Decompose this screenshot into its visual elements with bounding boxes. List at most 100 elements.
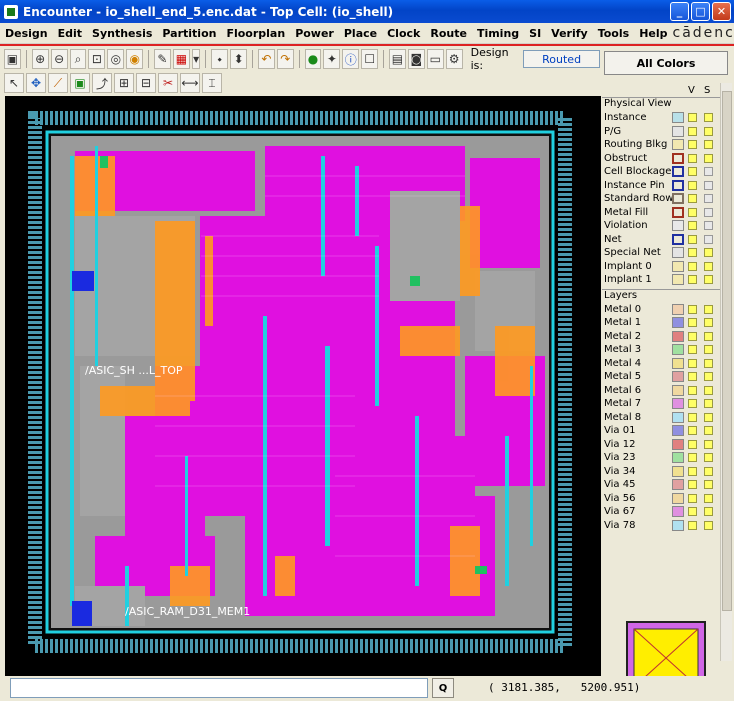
visible-checkbox[interactable] [688, 275, 697, 285]
selectable-checkbox[interactable] [704, 412, 713, 422]
color-swatch[interactable] [672, 479, 684, 491]
layer-row[interactable]: Net [602, 233, 720, 247]
selectable-checkbox[interactable] [704, 261, 713, 271]
visible-checkbox[interactable] [688, 358, 697, 368]
command-input[interactable] [10, 678, 428, 698]
menu-si[interactable]: SI [524, 27, 546, 40]
visible-checkbox[interactable] [688, 194, 697, 204]
layer-row[interactable]: Instance Pin [602, 179, 720, 193]
selectable-checkbox[interactable] [704, 507, 713, 517]
color-swatch[interactable] [672, 330, 684, 342]
color-pattern-icon[interactable]: ▦ [172, 49, 190, 69]
selectable-checkbox[interactable] [704, 466, 713, 476]
close-button[interactable]: ✕ [712, 2, 731, 21]
menu-design[interactable]: Design [0, 27, 53, 40]
menu-power[interactable]: Power [290, 27, 339, 40]
visible-checkbox[interactable] [688, 507, 697, 517]
color-swatch[interactable] [672, 519, 684, 531]
wire-edit-icon[interactable]: ⟋ [48, 73, 68, 93]
color-swatch[interactable] [672, 206, 684, 218]
selectable-checkbox[interactable] [704, 275, 713, 285]
visible-checkbox[interactable] [688, 372, 697, 382]
visible-checkbox[interactable] [688, 345, 697, 355]
color-swatch[interactable] [672, 233, 684, 245]
visible-checkbox[interactable] [688, 304, 697, 314]
selectable-checkbox[interactable] [704, 345, 713, 355]
visible-checkbox[interactable] [688, 385, 697, 395]
selectable-checkbox[interactable] [704, 207, 713, 217]
selectable-checkbox[interactable] [704, 153, 713, 163]
color-swatch[interactable] [672, 411, 684, 423]
color-swatch[interactable] [672, 166, 684, 178]
cut-icon[interactable]: ✂ [158, 73, 178, 93]
visible-checkbox[interactable] [688, 221, 697, 231]
color-swatch[interactable] [672, 317, 684, 329]
visible-checkbox[interactable] [688, 399, 697, 409]
selectable-checkbox[interactable] [704, 385, 713, 395]
selectable-checkbox[interactable] [704, 167, 713, 177]
visible-checkbox[interactable] [688, 331, 697, 341]
layer-row[interactable]: Via 01 [602, 424, 720, 438]
screenshot-icon[interactable]: ◙ [407, 49, 425, 69]
selectable-checkbox[interactable] [704, 221, 713, 231]
layer-row[interactable]: Metal 0 [602, 303, 720, 317]
selectable-checkbox[interactable] [704, 248, 713, 258]
color-swatch[interactable] [672, 303, 684, 315]
color-swatch[interactable] [672, 465, 684, 477]
layer-row[interactable]: Implant 1 [602, 273, 720, 287]
selectable-checkbox[interactable] [704, 372, 713, 382]
visible-checkbox[interactable] [688, 493, 697, 503]
color-swatch[interactable] [672, 506, 684, 518]
layer-row[interactable]: Metal 7 [602, 397, 720, 411]
layer-row[interactable]: Via 56 [602, 492, 720, 506]
info-icon[interactable]: ⓘ [342, 49, 360, 69]
selectable-checkbox[interactable] [704, 126, 713, 136]
layer-row[interactable]: Via 78 [602, 519, 720, 533]
layer-row[interactable]: Special Net [602, 246, 720, 260]
layer-row[interactable]: Standard Row [602, 192, 720, 206]
selectable-checkbox[interactable] [704, 180, 713, 190]
visible-checkbox[interactable] [688, 180, 697, 190]
selectable-checkbox[interactable] [704, 439, 713, 449]
color-swatch[interactable] [672, 357, 684, 369]
visible-checkbox[interactable] [688, 520, 697, 530]
visible-checkbox[interactable] [688, 466, 697, 476]
color-swatch[interactable] [672, 371, 684, 383]
selectable-checkbox[interactable] [704, 453, 713, 463]
color-swatch[interactable] [672, 492, 684, 504]
dropdown-arrow-icon[interactable]: ▾ [191, 49, 201, 69]
run-icon[interactable]: ● [304, 49, 322, 69]
zoom-prev-icon[interactable]: ◎ [107, 49, 125, 69]
attributes-icon[interactable]: ✦ [323, 49, 341, 69]
notes-icon[interactable]: ☐ [361, 49, 379, 69]
menu-help[interactable]: Help [634, 27, 672, 40]
layout-icon[interactable]: ⬍ [230, 49, 248, 69]
stretch-icon[interactable]: ⊟ [136, 73, 156, 93]
visible-checkbox[interactable] [688, 167, 697, 177]
layer-row[interactable]: Metal 5 [602, 370, 720, 384]
ruler-icon[interactable]: ⊞ [114, 73, 134, 93]
zoom-in-icon[interactable]: ⊕ [31, 49, 49, 69]
color-swatch[interactable] [672, 179, 684, 191]
visible-checkbox[interactable] [688, 153, 697, 163]
visible-checkbox[interactable] [688, 207, 697, 217]
layer-row[interactable]: Metal 4 [602, 357, 720, 371]
fit-icon[interactable]: ⊡ [88, 49, 106, 69]
spread-icon[interactable]: ⟷ [180, 73, 200, 93]
panel-scrollbar[interactable] [720, 83, 732, 661]
visible-checkbox[interactable] [688, 318, 697, 328]
menu-route[interactable]: Route [425, 27, 472, 40]
menu-edit[interactable]: Edit [53, 27, 87, 40]
zoom-out-icon[interactable]: ⊖ [50, 49, 68, 69]
color-swatch[interactable] [672, 139, 684, 151]
layer-row[interactable]: Metal 1 [602, 316, 720, 330]
move-icon[interactable]: ✥ [26, 73, 46, 93]
selectable-checkbox[interactable] [704, 194, 713, 204]
color-swatch[interactable] [672, 220, 684, 232]
layer-row[interactable]: Metal 6 [602, 384, 720, 398]
visible-checkbox[interactable] [688, 412, 697, 422]
color-swatch[interactable] [672, 247, 684, 259]
color-swatch[interactable] [672, 260, 684, 272]
menu-verify[interactable]: Verify [546, 27, 593, 40]
color-swatch[interactable] [672, 384, 684, 396]
